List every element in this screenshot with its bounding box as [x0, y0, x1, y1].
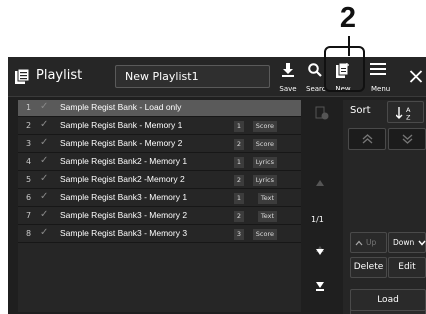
- list-item[interactable]: 1 ✓ Sample Regist Bank - Load only: [18, 100, 301, 117]
- memory-number-badge: 1: [234, 121, 244, 132]
- sort-az-button[interactable]: A Z: [387, 101, 424, 123]
- move-top-button[interactable]: [348, 128, 386, 150]
- menu-button[interactable]: Menu: [366, 57, 390, 97]
- right-panel: Sort A Z Up Down Delete Edit: [343, 100, 426, 314]
- info-icon: [315, 106, 329, 120]
- list-item[interactable]: 8 ✓ Sample Regist Bank3 - Memory 3 3 Score: [18, 226, 301, 243]
- search-label: Search: [306, 85, 326, 93]
- playlist-icon: [15, 69, 29, 84]
- record-name: Sample Regist Bank - Load only: [60, 102, 182, 112]
- scroll-down-arrow[interactable]: [316, 282, 324, 288]
- memory-number-badge: 1: [234, 193, 244, 204]
- move-up-label: Up: [366, 238, 377, 247]
- record-number: 7: [26, 211, 32, 220]
- record-number: 8: [26, 229, 32, 238]
- check-icon: ✓: [40, 137, 49, 148]
- save-button[interactable]: Save: [276, 57, 300, 97]
- list-item[interactable]: 4 ✓ Sample Regist Bank2 - Memory 1 1 Lyrics: [18, 154, 301, 171]
- memory-number-badge: 1: [234, 157, 244, 168]
- double-up-icon: [362, 134, 373, 144]
- link-type-badge: Lyrics: [252, 157, 277, 168]
- link-type-badge: Score: [252, 121, 277, 132]
- link-type-badge: Lyrics: [252, 175, 277, 186]
- page-down-arrow[interactable]: [316, 249, 324, 255]
- sort-az-icon: A Z: [396, 106, 411, 121]
- double-down-icon: [402, 134, 413, 144]
- record-number: 3: [26, 139, 32, 148]
- check-icon: ✓: [40, 191, 49, 202]
- close-button[interactable]: [406, 57, 426, 97]
- edit-button[interactable]: Edit: [388, 257, 426, 278]
- callout-number: 2: [339, 2, 357, 34]
- scroll-up-arrow[interactable]: [316, 180, 324, 186]
- link-type-badge: Score: [252, 229, 277, 240]
- record-name: Sample Regist Bank3 - Memory 3: [60, 228, 188, 238]
- list-item[interactable]: 7 ✓ Sample Regist Bank3 - Memory 2 2 Text: [18, 208, 301, 225]
- record-number: 2: [26, 121, 32, 130]
- chevron-down-icon: [418, 240, 426, 246]
- delete-button[interactable]: Delete: [350, 257, 387, 278]
- save-label: Save: [279, 85, 297, 93]
- link-type-badge: Text: [257, 211, 277, 222]
- check-icon: ✓: [40, 173, 49, 184]
- menu-icon: [370, 63, 386, 75]
- record-name: Sample Regist Bank2 - Memory 1: [60, 156, 188, 166]
- check-icon: ✓: [40, 209, 49, 220]
- playlist-screen: Playlist New Playlist1 Save Search: [8, 57, 426, 314]
- record-name: Sample Regist Bank3 - Memory 1: [60, 192, 188, 202]
- playlist-name-value: New Playlist1: [125, 70, 199, 83]
- move-up-button[interactable]: Up: [350, 232, 387, 253]
- menu-label: Menu: [371, 85, 391, 93]
- record-number: 6: [26, 193, 32, 202]
- page-indicator: 1/1: [311, 215, 324, 224]
- move-down-label: Down: [393, 238, 415, 247]
- playlist-name-field[interactable]: New Playlist1: [115, 65, 270, 88]
- search-button[interactable]: Search: [304, 57, 326, 97]
- svg-text:Z: Z: [406, 114, 411, 121]
- move-down-button[interactable]: Down: [388, 232, 426, 253]
- load-button[interactable]: Load: [350, 289, 426, 311]
- memory-number-badge: 2: [234, 139, 244, 150]
- record-name: Sample Regist Bank2 -Memory 2: [60, 174, 185, 184]
- list-item[interactable]: 6 ✓ Sample Regist Bank3 - Memory 1 1 Text: [18, 190, 301, 207]
- memory-number-badge: 2: [234, 211, 244, 222]
- playlist-records-list: 1 ✓ Sample Regist Bank - Load only 2 ✓ Sample…: [18, 100, 301, 312]
- close-icon: [409, 70, 423, 83]
- record-name: Sample Regist Bank - Memory 2: [60, 138, 183, 148]
- list-item[interactable]: 5 ✓ Sample Regist Bank2 -Memory 2 2 Lyrics: [18, 172, 301, 189]
- list-item[interactable]: 3 ✓ Sample Regist Bank - Memory 2 2 Score: [18, 136, 301, 153]
- page-title: Playlist: [36, 68, 83, 83]
- check-icon: ✓: [40, 227, 49, 238]
- check-icon: ✓: [40, 119, 49, 130]
- list-scroll-column: 1/1: [303, 100, 343, 312]
- memory-number-badge: 2: [234, 175, 244, 186]
- record-name: Sample Regist Bank3 - Memory 2: [60, 210, 188, 220]
- check-icon: ✓: [40, 101, 49, 112]
- save-icon: [282, 63, 294, 77]
- list-item[interactable]: 2 ✓ Sample Regist Bank - Memory 1 1 Score: [18, 118, 301, 135]
- record-number: 4: [26, 157, 32, 166]
- link-type-badge: Text: [257, 193, 277, 204]
- record-number: 5: [26, 175, 32, 184]
- move-bottom-button[interactable]: [388, 128, 426, 150]
- sort-label: Sort: [350, 105, 371, 116]
- memory-number-badge: 3: [234, 229, 244, 240]
- new-button-highlight: [324, 46, 365, 92]
- search-icon: [308, 63, 322, 77]
- record-name: Sample Regist Bank - Memory 1: [60, 120, 183, 130]
- link-type-badge: Score: [252, 139, 277, 150]
- check-icon: ✓: [40, 155, 49, 166]
- record-number: 1: [26, 103, 32, 112]
- chevron-up-icon: [355, 240, 363, 246]
- scroll-end-bar: [316, 289, 324, 291]
